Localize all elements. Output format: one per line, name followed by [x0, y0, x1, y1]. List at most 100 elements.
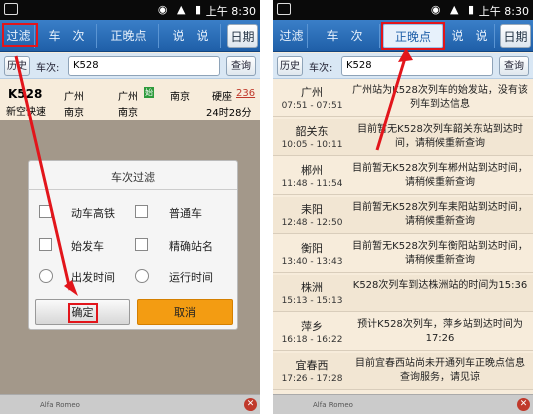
- tab-filter[interactable]: 过滤: [276, 24, 308, 48]
- station-message: 广州站为K528次列车的始发站，没有该列车到达信息: [352, 85, 528, 110]
- station-time: 16:18 - 16:22: [281, 335, 343, 345]
- train-destination: 南京: [170, 92, 190, 103]
- tab-train[interactable]: 车 次: [310, 24, 380, 48]
- history-button[interactable]: 历史: [277, 56, 303, 76]
- train-origin: 广州: [64, 92, 84, 103]
- option-label-exact: 精确站名: [169, 240, 213, 253]
- close-icon[interactable]: ✕: [517, 398, 530, 411]
- seat-type: 硬座: [212, 92, 232, 103]
- confirm-button[interactable]: 确定: [35, 299, 130, 325]
- list-item[interactable]: 郴州 11:48 - 11:54 目前暂无K528次列车郴州站到达时间，请稍候重…: [273, 158, 533, 195]
- search-input[interactable]: K528: [341, 56, 493, 76]
- station-name: 广州: [301, 86, 323, 99]
- station-name: 耒阳: [301, 203, 323, 216]
- station-message: 目前暂无K528次列车郴州站到达时间，请稍候重新查询: [352, 163, 528, 188]
- ad-text: Alfa Romeo: [313, 401, 353, 409]
- train-via-bottom: 南京: [118, 108, 138, 119]
- station-time: 15:13 - 15:13: [281, 296, 343, 306]
- train-origin-bottom: 南京: [64, 108, 84, 119]
- train-type: 新空快速: [6, 107, 46, 118]
- search-label: 车次:: [36, 63, 60, 74]
- list-item[interactable]: 广州 07:51 - 07:51 广州站为K528次列车的始发站，没有该列车到达…: [273, 80, 533, 117]
- station-name: 衡阳: [301, 242, 323, 255]
- tab-delay[interactable]: 正晚点: [383, 24, 443, 48]
- ad-banner[interactable]: Alfa Romeo ✕: [0, 394, 260, 414]
- checkbox-normal[interactable]: [135, 205, 148, 218]
- ad-text: Alfa Romeo: [40, 401, 80, 409]
- history-button[interactable]: 历史: [4, 56, 30, 76]
- clock: 上午 8:30: [478, 5, 529, 18]
- list-item[interactable]: 萍乡 16:18 - 16:22 预计K528次列车，萍乡站到达时间为17:26: [273, 314, 533, 351]
- list-item[interactable]: 韶关东 10:05 - 10:11 目前暂无K528次列车韶关东站到达时间，请稍…: [273, 119, 533, 156]
- station-time: 11:48 - 11:54: [281, 179, 343, 189]
- start-badge: 始: [144, 87, 154, 98]
- radio-run-time[interactable]: [135, 269, 149, 283]
- dialog-title: 车次过滤: [111, 171, 155, 184]
- station-time: 13:40 - 13:43: [281, 257, 343, 267]
- status-bar: ◉ ▲ ▮ 上午 8:30: [0, 0, 260, 20]
- station-name: 郴州: [301, 164, 323, 177]
- station-name: 宜春西: [295, 359, 329, 372]
- close-icon[interactable]: ✕: [244, 398, 257, 411]
- radio-label-depart: 出发时间: [71, 271, 115, 284]
- date-button[interactable]: 日期: [227, 24, 258, 48]
- list-item[interactable]: 耒阳 12:48 - 12:50 目前暂无K528次列车耒阳站到达时间，请稍候重…: [273, 197, 533, 234]
- search-row: 历史 车次: K528 查询: [273, 53, 533, 79]
- station-time: 17:26 - 17:28: [281, 374, 343, 384]
- date-button[interactable]: 日期: [500, 24, 531, 48]
- radio-depart-time[interactable]: [39, 269, 53, 283]
- station-message: K528次列车到达株洲站的时间为15:36: [352, 280, 528, 291]
- cancel-button[interactable]: 取消: [137, 299, 233, 325]
- station-message: 目前暂无K528次列车衡阳站到达时间，请稍候重新查询: [352, 241, 528, 266]
- signal-icons: ◉ ▲ ▮: [157, 3, 204, 16]
- search-row: 历史 车次: K528 查询: [0, 53, 260, 79]
- checkbox-origin[interactable]: [39, 238, 52, 251]
- option-label-normal: 普通车: [169, 207, 202, 220]
- trip-duration: 24时28分: [206, 108, 252, 119]
- search-input[interactable]: K528: [68, 56, 220, 76]
- list-item[interactable]: 衡阳 13:40 - 13:43 目前暂无K528次列车衡阳站到达时间，请稍候重…: [273, 236, 533, 273]
- dialog-divider: [29, 189, 237, 190]
- station-time: 07:51 - 07:51: [281, 101, 343, 111]
- ad-banner[interactable]: Alfa Romeo ✕: [273, 394, 533, 414]
- tab-talk[interactable]: 说 说: [445, 24, 495, 48]
- status-bar: ◉ ▲ ▮ 上午 8:30: [273, 0, 533, 20]
- query-button[interactable]: 查询: [226, 56, 256, 76]
- list-item[interactable]: 宜春西 17:26 - 17:28 目前宜春西站尚未开通列车正晚点信息查询服务，…: [273, 353, 533, 390]
- gallery-icon: [277, 3, 291, 15]
- gallery-icon: [4, 3, 18, 15]
- search-label: 车次:: [309, 63, 333, 74]
- clock: 上午 8:30: [205, 5, 256, 18]
- checkbox-emu[interactable]: [39, 205, 52, 218]
- station-name: 萍乡: [301, 320, 323, 333]
- divider: [260, 0, 273, 414]
- radio-label-run: 运行时间: [169, 271, 213, 284]
- tab-train[interactable]: 车 次: [37, 24, 97, 48]
- checkbox-exact[interactable]: [135, 238, 148, 251]
- list-item[interactable]: 株洲 15:13 - 15:13 K528次列车到达株洲站的时间为15:36: [273, 275, 533, 312]
- seat-count: 236: [236, 88, 256, 99]
- tab-delay[interactable]: 正晚点: [99, 24, 159, 48]
- signal-icons: ◉ ▲ ▮: [430, 3, 477, 16]
- station-time: 10:05 - 10:11: [281, 140, 343, 150]
- option-label-emu: 动车高铁: [71, 207, 115, 220]
- query-button[interactable]: 查询: [499, 56, 529, 76]
- station-message: 目前暂无K528次列车韶关东站到达时间，请稍候重新查询: [357, 124, 523, 149]
- tab-filter[interactable]: 过滤: [3, 24, 35, 48]
- top-tab-bar: 过滤 车 次 正晚点 说 说 日期: [273, 20, 533, 52]
- train-result-row[interactable]: K528 新空快速 广州 南京 广州 南京 始 南京 硬座 236 24时28分: [0, 82, 260, 120]
- filter-dialog: 车次过滤 动车高铁 普通车 始发车 精确站名 出发时间 运行时间 确定 取消: [28, 160, 238, 330]
- top-tab-bar: 过滤 车 次 正晚点 说 说 日期: [0, 20, 260, 52]
- train-via: 广州: [118, 92, 138, 103]
- station-message: 预计K528次列车，萍乡站到达时间为17:26: [357, 319, 523, 344]
- left-screen: ◉ ▲ ▮ 上午 8:30 过滤 车 次 正晚点 说 说 日期 历史 车次: K…: [0, 0, 260, 414]
- right-screen: ◉ ▲ ▮ 上午 8:30 过滤 车 次 正晚点 说 说 日期 历史 车次: K…: [273, 0, 533, 414]
- station-name: 韶关东: [295, 125, 329, 138]
- station-name: 株洲: [301, 281, 323, 294]
- tab-talk[interactable]: 说 说: [161, 24, 221, 48]
- delay-list: 广州 07:51 - 07:51 广州站为K528次列车的始发站，没有该列车到达…: [273, 80, 533, 394]
- station-message: 目前暂无K528次列车耒阳站到达时间，请稍候重新查询: [352, 202, 528, 227]
- train-number: K528: [8, 87, 43, 101]
- confirm-label: 确定: [67, 303, 98, 323]
- station-time: 12:48 - 12:50: [281, 218, 343, 228]
